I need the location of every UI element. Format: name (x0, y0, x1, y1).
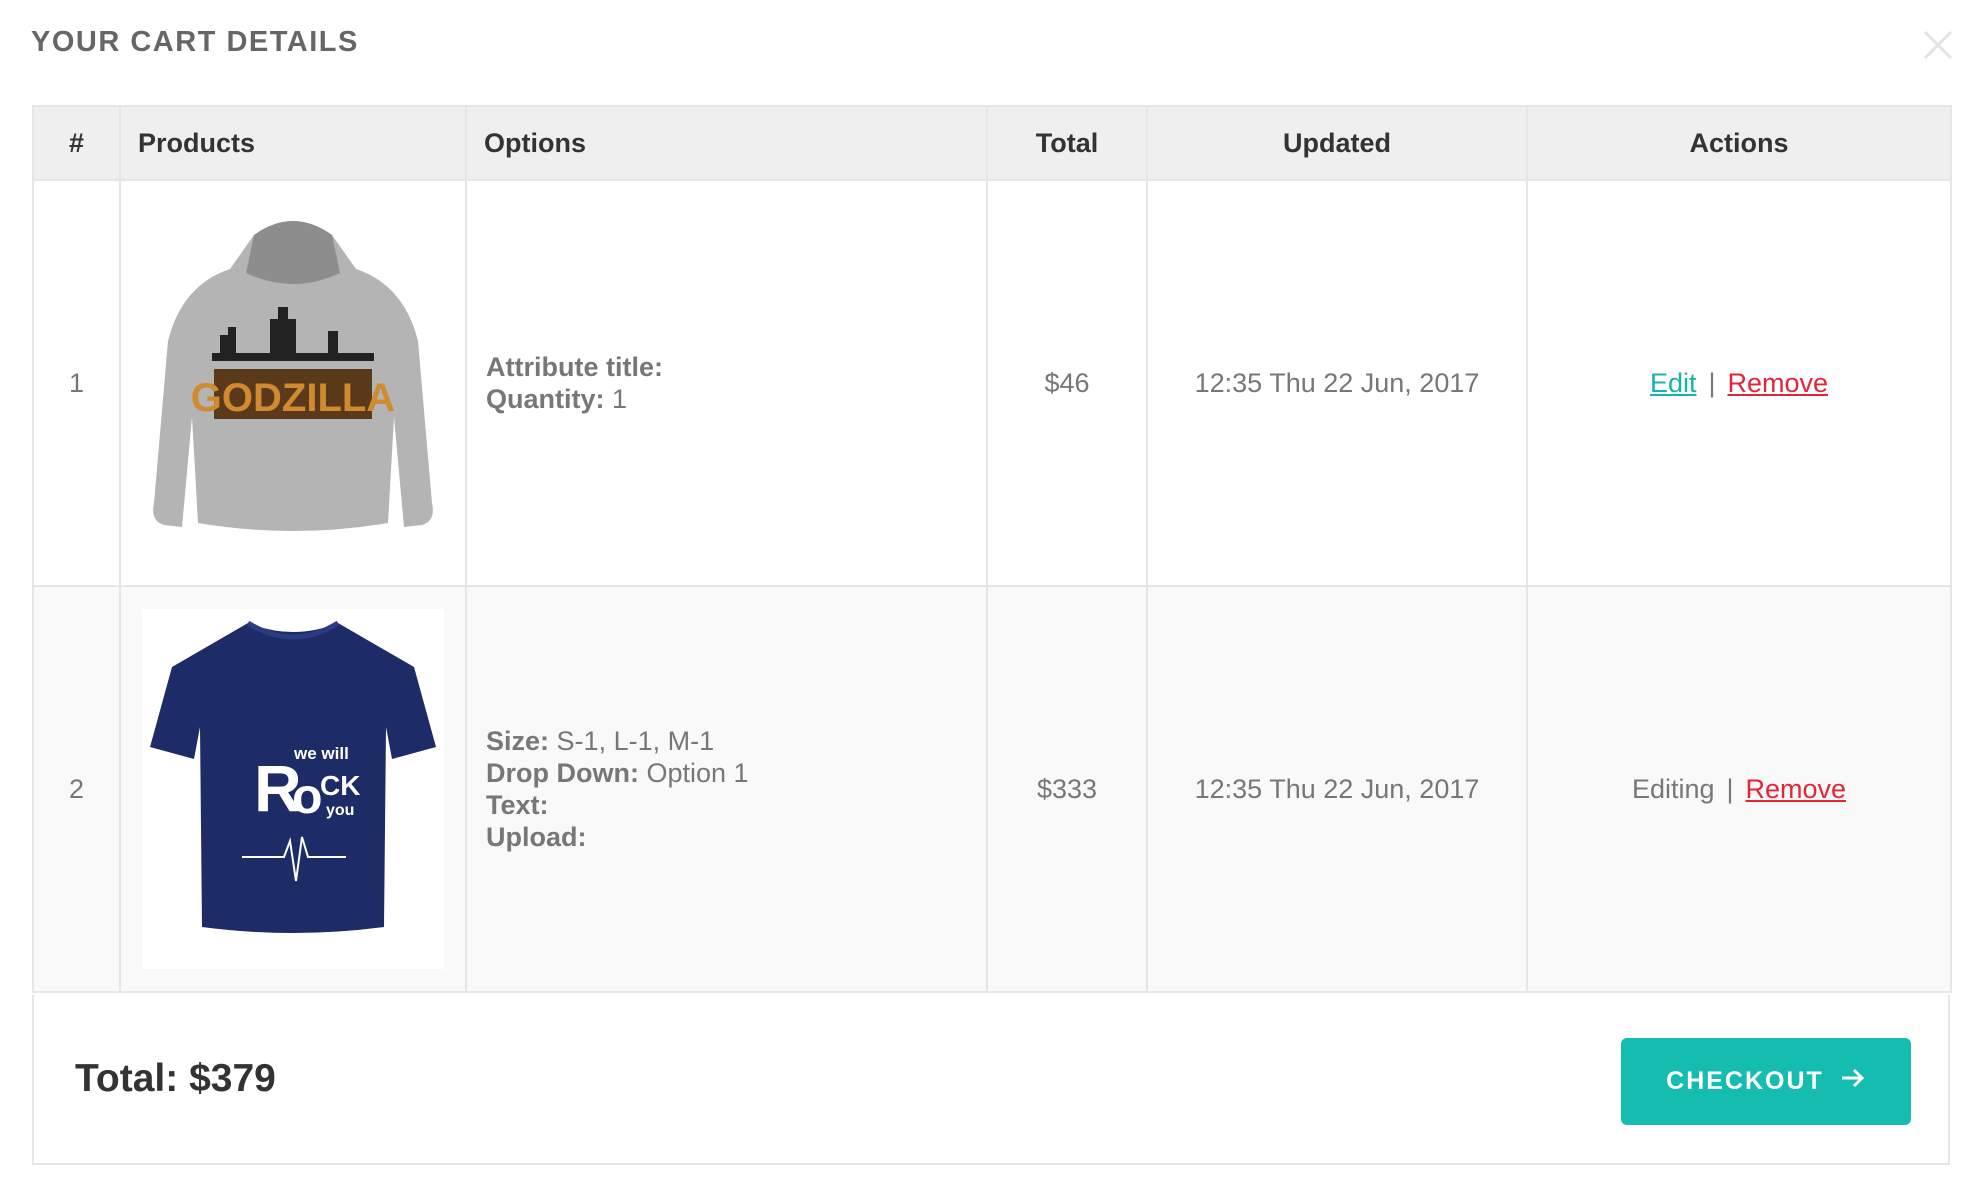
option-line: Attribute title: (486, 351, 986, 383)
product-image-hoodie[interactable]: GODZILLA (142, 203, 444, 563)
option-label: Attribute title: (486, 352, 663, 382)
row-updated: 12:35 Thu 22 Jun, 2017 (1146, 585, 1528, 993)
table-row: 1 GODZILLA Attribute title: Quantity: 1 … (32, 179, 1952, 587)
remove-link[interactable]: Remove (1746, 774, 1847, 804)
cart-modal: YOUR CART DETAILS # Products Options Tot… (0, 0, 1980, 1204)
svg-text:o: o (292, 768, 323, 824)
svg-text:we will: we will (293, 744, 349, 763)
grand-total: Total: $379 (75, 1057, 276, 1100)
option-label: Drop Down: (486, 758, 639, 788)
column-header-products: Products (119, 105, 467, 181)
option-label: Text: (486, 790, 549, 820)
option-line: Quantity: 1 (486, 383, 986, 415)
row-index: 1 (32, 179, 121, 587)
svg-text:you: you (326, 802, 354, 819)
row-actions: Edit | Remove (1526, 179, 1952, 587)
option-line: Drop Down: Option 1 (486, 757, 986, 789)
product-image-cell: R we will o CK you (119, 585, 467, 993)
cart-table: # Products Options Total Updated Actions… (32, 105, 1952, 993)
remove-link[interactable]: Remove (1728, 368, 1829, 398)
option-value: Option 1 (646, 758, 749, 788)
close-icon[interactable] (1922, 29, 1954, 61)
svg-text:CK: CK (320, 770, 360, 801)
option-label: Size: (486, 726, 550, 756)
arrow-right-icon (1840, 1065, 1866, 1098)
checkout-label: CHECKOUT (1666, 1067, 1824, 1095)
row-options: Size: S-1, L-1, M-1 Drop Down: Option 1 … (465, 585, 988, 993)
option-value: 1 (612, 384, 628, 414)
option-line: Text: (486, 789, 986, 821)
row-total: $333 (986, 585, 1148, 993)
row-updated: 12:35 Thu 22 Jun, 2017 (1146, 179, 1528, 587)
modal-title: YOUR CART DETAILS (31, 26, 359, 58)
editing-status: Editing (1631, 773, 1715, 804)
action-separator: | (1708, 367, 1716, 398)
product-image-cell: GODZILLA (119, 179, 467, 587)
cart-footer: Total: $379 CHECKOUT (32, 995, 1950, 1165)
column-header-actions: Actions (1526, 105, 1952, 181)
row-index: 2 (32, 585, 121, 993)
option-value: S-1, L-1, M-1 (556, 726, 715, 756)
row-total: $46 (986, 179, 1148, 587)
column-header-updated: Updated (1146, 105, 1528, 181)
option-label: Upload: (486, 822, 587, 852)
table-header-row: # Products Options Total Updated Actions (32, 105, 1952, 181)
option-line: Upload: (486, 821, 986, 853)
option-line: Size: S-1, L-1, M-1 (486, 725, 986, 757)
edit-link[interactable]: Edit (1650, 368, 1697, 398)
svg-text:GODZILLA: GODZILLA (191, 376, 395, 420)
row-actions: Editing | Remove (1526, 585, 1952, 993)
row-options: Attribute title: Quantity: 1 (465, 179, 988, 587)
column-header-total: Total (986, 105, 1148, 181)
product-image-tshirt[interactable]: R we will o CK you (142, 609, 444, 969)
action-separator: | (1726, 773, 1734, 804)
checkout-button[interactable]: CHECKOUT (1621, 1038, 1911, 1125)
option-label: Quantity: (486, 384, 605, 414)
column-header-index: # (32, 105, 121, 181)
table-row: 2 R we will o CK you Size: S-1, L-1, M-1… (32, 585, 1952, 993)
column-header-options: Options (465, 105, 988, 181)
